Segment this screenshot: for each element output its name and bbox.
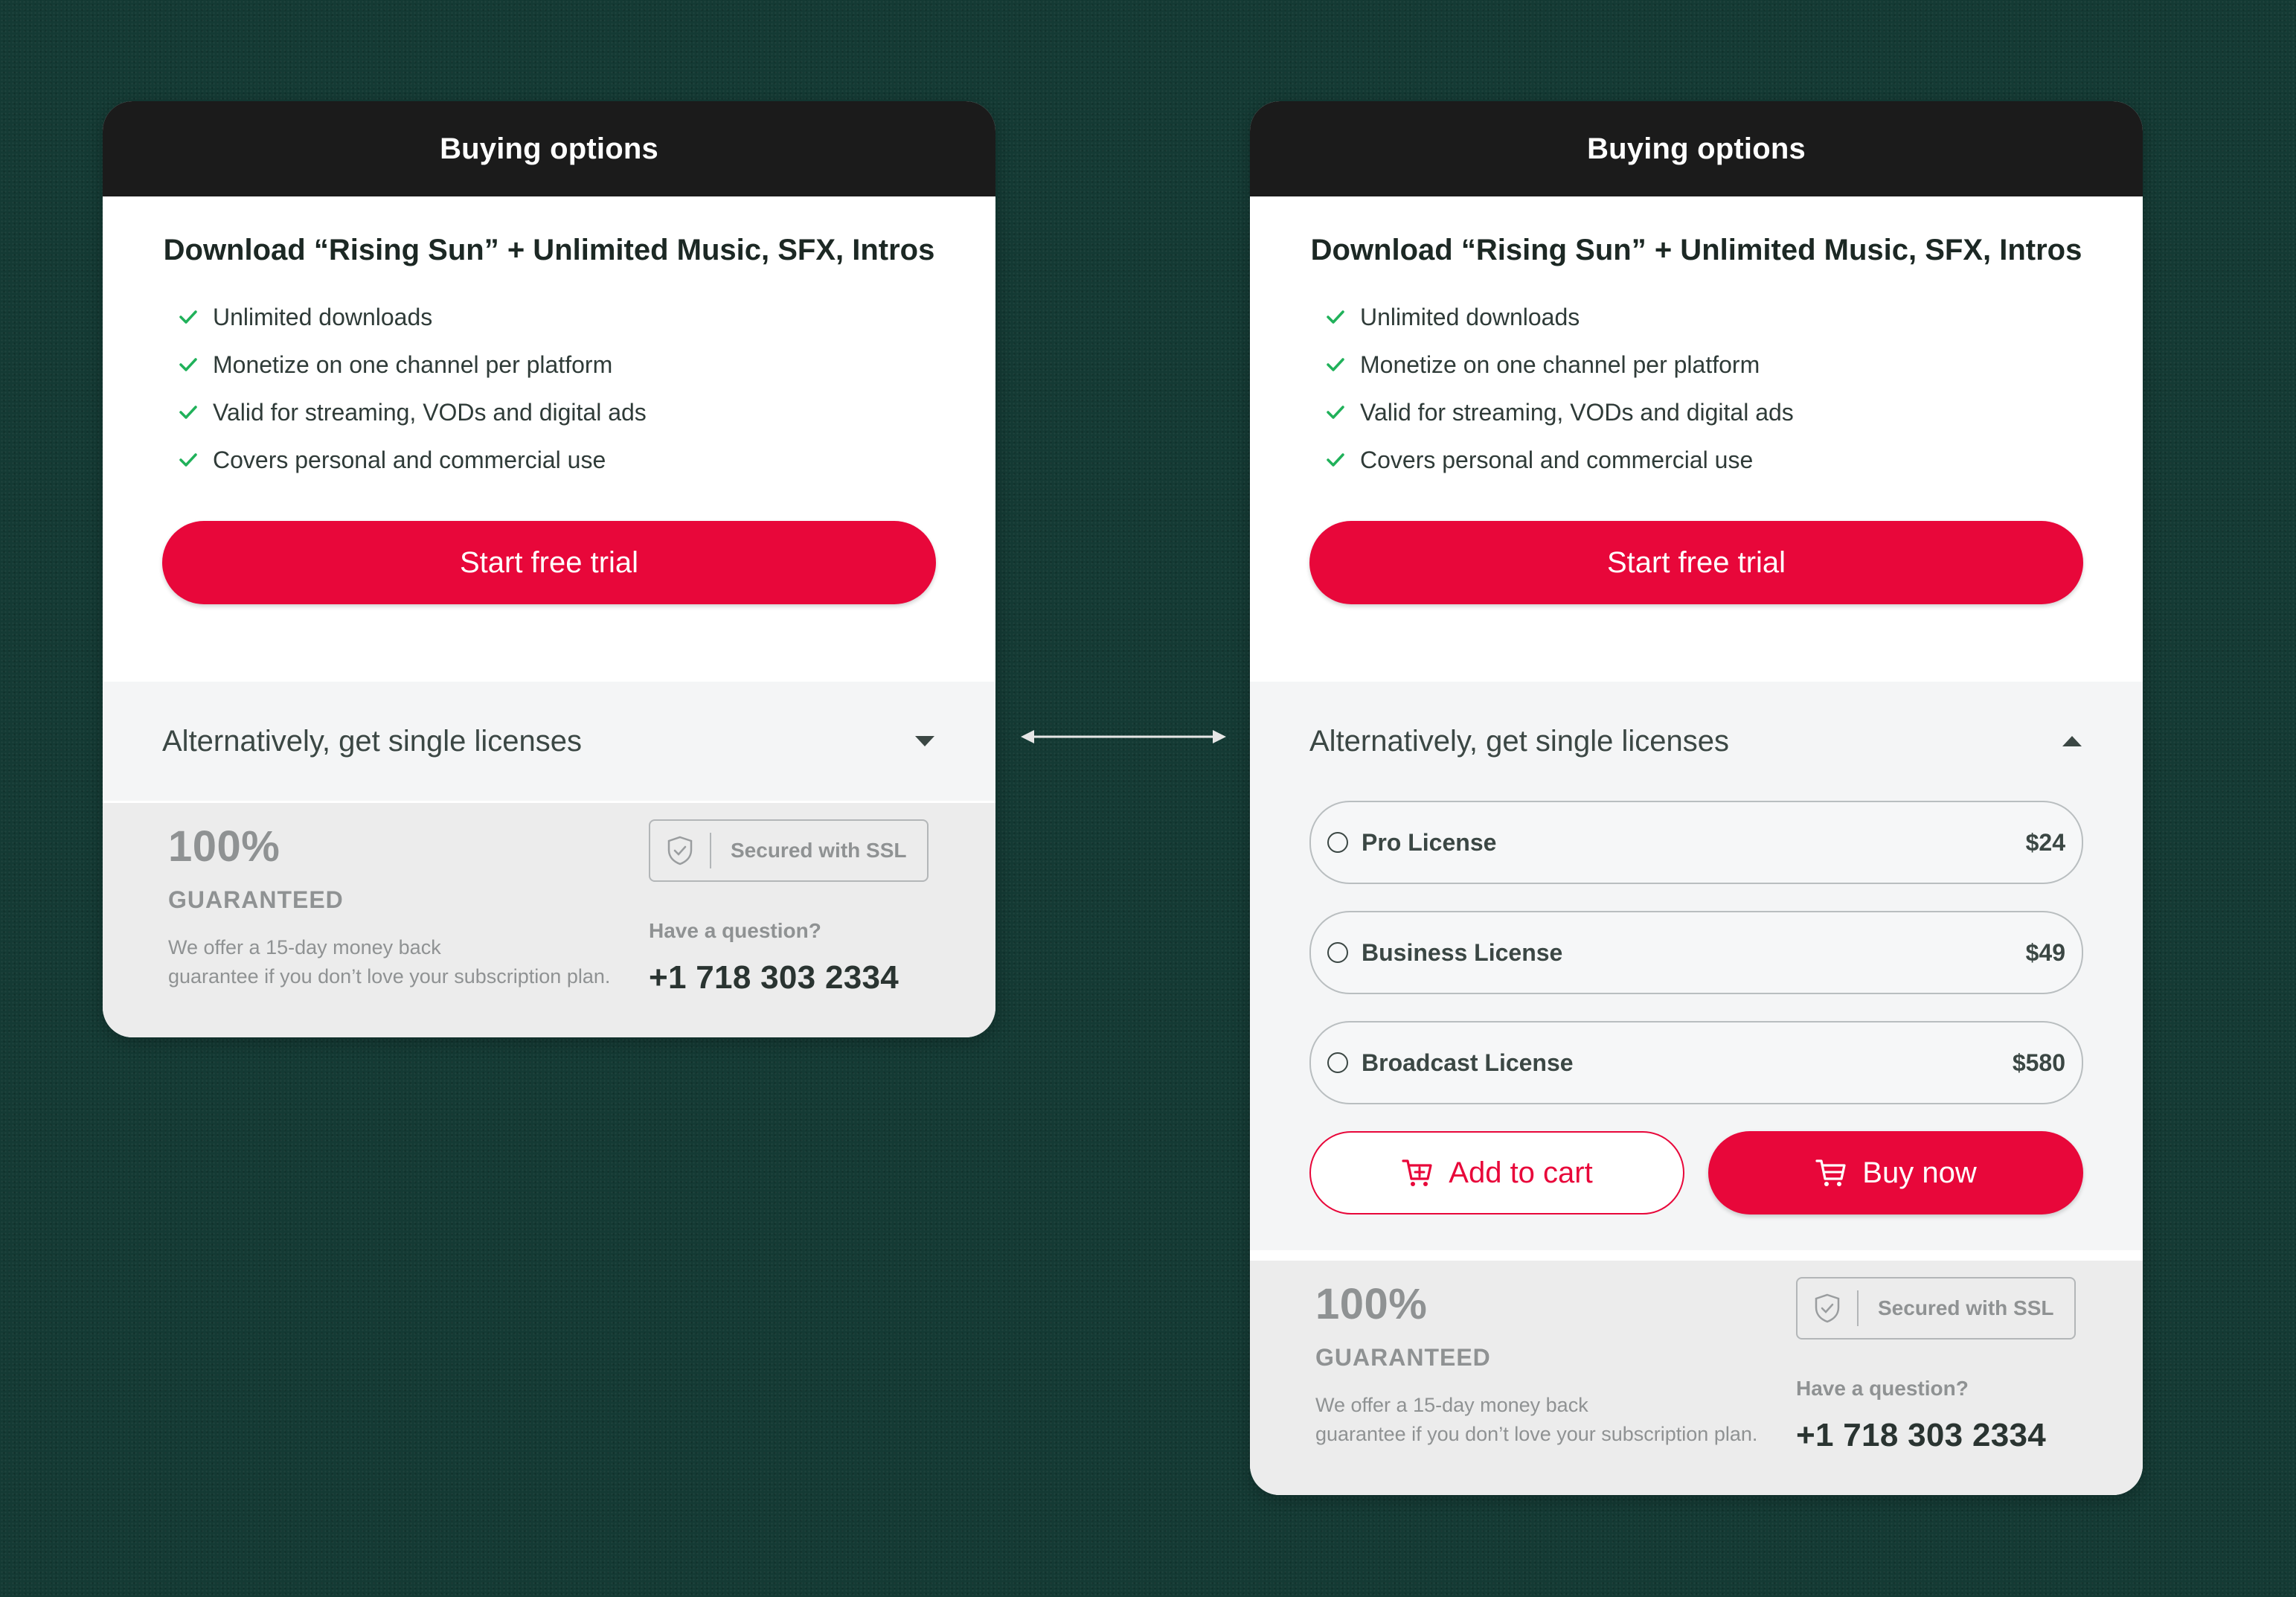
feature-text: Valid for streaming, VODs and digital ad… [1360,398,1794,426]
feature-text: Monetize on one channel per platform [1360,351,1760,378]
contact-block: Secured with SSL Have a question? +1 718… [1796,1277,2076,1454]
feature-list: Unlimited downloads Monetize on one chan… [162,293,936,484]
plan-title: Download “Rising Sun” + Unlimited Music,… [1310,234,2082,266]
check-icon [1324,449,1347,471]
shield-icon [1814,1293,1841,1323]
check-icon [177,353,199,376]
chevron-down-icon [914,735,936,748]
ssl-text: Secured with SSL [1878,1296,2054,1319]
feature-item: Covers personal and commercial use [177,436,936,484]
license-option-business[interactable]: Business License $49 [1309,911,2083,994]
feature-text: Valid for streaming, VODs and digital ad… [213,398,647,426]
check-icon [1324,401,1347,423]
guarantee-text-line: We offer a 15-day money back [168,936,441,958]
guarantee-text: We offer a 15-day money back guarantee i… [1315,1391,1806,1449]
license-price: $580 [2012,1049,2065,1076]
phone-number[interactable]: +1 718 303 2334 [649,959,929,996]
feature-item: Unlimited downloads [1324,293,2083,341]
cart-add-icon [1401,1156,1434,1189]
feature-item: Valid for streaming, VODs and digital ad… [1324,388,2083,436]
footer: 100% GUARANTEED We offer a 15-day money … [103,803,995,1037]
guarantee-label: GUARANTEED [1315,1344,1491,1371]
contact-block: Secured with SSL Have a question? +1 718… [649,819,929,996]
check-icon [177,449,199,471]
footer: 100% GUARANTEED We offer a 15-day money … [1250,1261,2143,1495]
chevron-up-icon [2061,735,2083,748]
subscription-plan: Download “Rising Sun” + Unlimited Music,… [103,196,995,682]
check-icon [177,401,199,423]
guarantee-text-line: We offer a 15-day money back [1315,1394,1588,1416]
check-icon [177,306,199,328]
buy-now-button[interactable]: Buy now [1708,1131,2083,1214]
single-licenses-toggle[interactable]: Alternatively, get single licenses [103,682,995,801]
license-option-pro[interactable]: Pro License $24 [1309,801,2083,884]
card-header: Buying options [103,101,995,196]
guarantee-block: 100% GUARANTEED We offer a 15-day money … [168,825,659,991]
license-price: $49 [2025,938,2065,966]
license-price: $24 [2025,828,2065,856]
double-arrow-icon [1021,730,1226,743]
feature-text: Covers personal and commercial use [213,446,606,473]
license-name: Business License [1362,938,1563,966]
radio-icon[interactable] [1327,1052,1348,1073]
card-header-title: Buying options [1587,132,1806,165]
feature-text: Unlimited downloads [213,303,433,330]
guarantee-label: GUARANTEED [168,886,344,913]
buying-options-card-collapsed: Buying options Download “Rising Sun” + U… [103,101,995,1037]
radio-icon[interactable] [1327,942,1348,963]
license-name: Broadcast License [1362,1049,1574,1076]
question-label: Have a question? [649,919,821,942]
feature-text: Unlimited downloads [1360,303,1580,330]
guarantee-percent: 100% [1315,1280,1428,1328]
ssl-divider [1857,1290,1859,1326]
feature-item: Covers personal and commercial use [1324,436,2083,484]
single-licenses-toggle[interactable]: Alternatively, get single licenses [1250,682,2143,801]
guarantee-text-line: guarantee if you don’t love your subscri… [168,965,611,988]
feature-list: Unlimited downloads Monetize on one chan… [1309,293,2083,484]
start-free-trial-button[interactable]: Start free trial [162,521,936,604]
purchase-actions: Add to cart Buy now [1309,1131,2083,1214]
feature-item: Unlimited downloads [177,293,936,341]
subscription-plan: Download “Rising Sun” + Unlimited Music,… [1250,196,2143,682]
single-licenses-label: Alternatively, get single licenses [1309,724,1729,758]
check-icon [1324,353,1347,376]
ssl-badge: Secured with SSL [649,819,929,882]
start-free-trial-button[interactable]: Start free trial [1309,521,2083,604]
license-name: Pro License [1362,828,1497,856]
single-licenses-label: Alternatively, get single licenses [162,724,582,758]
feature-item: Monetize on one channel per platform [177,341,936,388]
guarantee-percent: 100% [168,822,280,871]
question-label: Have a question? [1796,1377,1969,1400]
card-header-title: Buying options [440,132,658,165]
card-header: Buying options [1250,101,2143,196]
ssl-badge: Secured with SSL [1796,1277,2076,1340]
plan-title: Download “Rising Sun” + Unlimited Music,… [163,234,935,266]
check-icon [1324,306,1347,328]
guarantee-text: We offer a 15-day money back guarantee i… [168,933,659,991]
license-option-broadcast[interactable]: Broadcast License $580 [1309,1021,2083,1104]
feature-item: Monetize on one channel per platform [1324,341,2083,388]
cart-icon [1815,1156,1847,1189]
guarantee-text-line: guarantee if you don’t love your subscri… [1315,1423,1758,1446]
feature-item: Valid for streaming, VODs and digital ad… [177,388,936,436]
shield-icon [667,836,693,865]
buy-now-label: Buy now [1862,1156,1977,1189]
radio-icon[interactable] [1327,832,1348,853]
add-to-cart-button[interactable]: Add to cart [1309,1131,1684,1214]
feature-text: Monetize on one channel per platform [213,351,613,378]
buying-options-card-expanded: Buying options Download “Rising Sun” + U… [1250,101,2143,1495]
ssl-text: Secured with SSL [731,839,907,862]
guarantee-block: 100% GUARANTEED We offer a 15-day money … [1315,1283,1806,1449]
ssl-divider [710,833,711,868]
phone-number[interactable]: +1 718 303 2334 [1796,1417,2076,1454]
feature-text: Covers personal and commercial use [1360,446,1754,473]
license-options: Pro License $24 Business License $49 Bro… [1250,801,2143,1250]
add-to-cart-label: Add to cart [1449,1156,1593,1189]
